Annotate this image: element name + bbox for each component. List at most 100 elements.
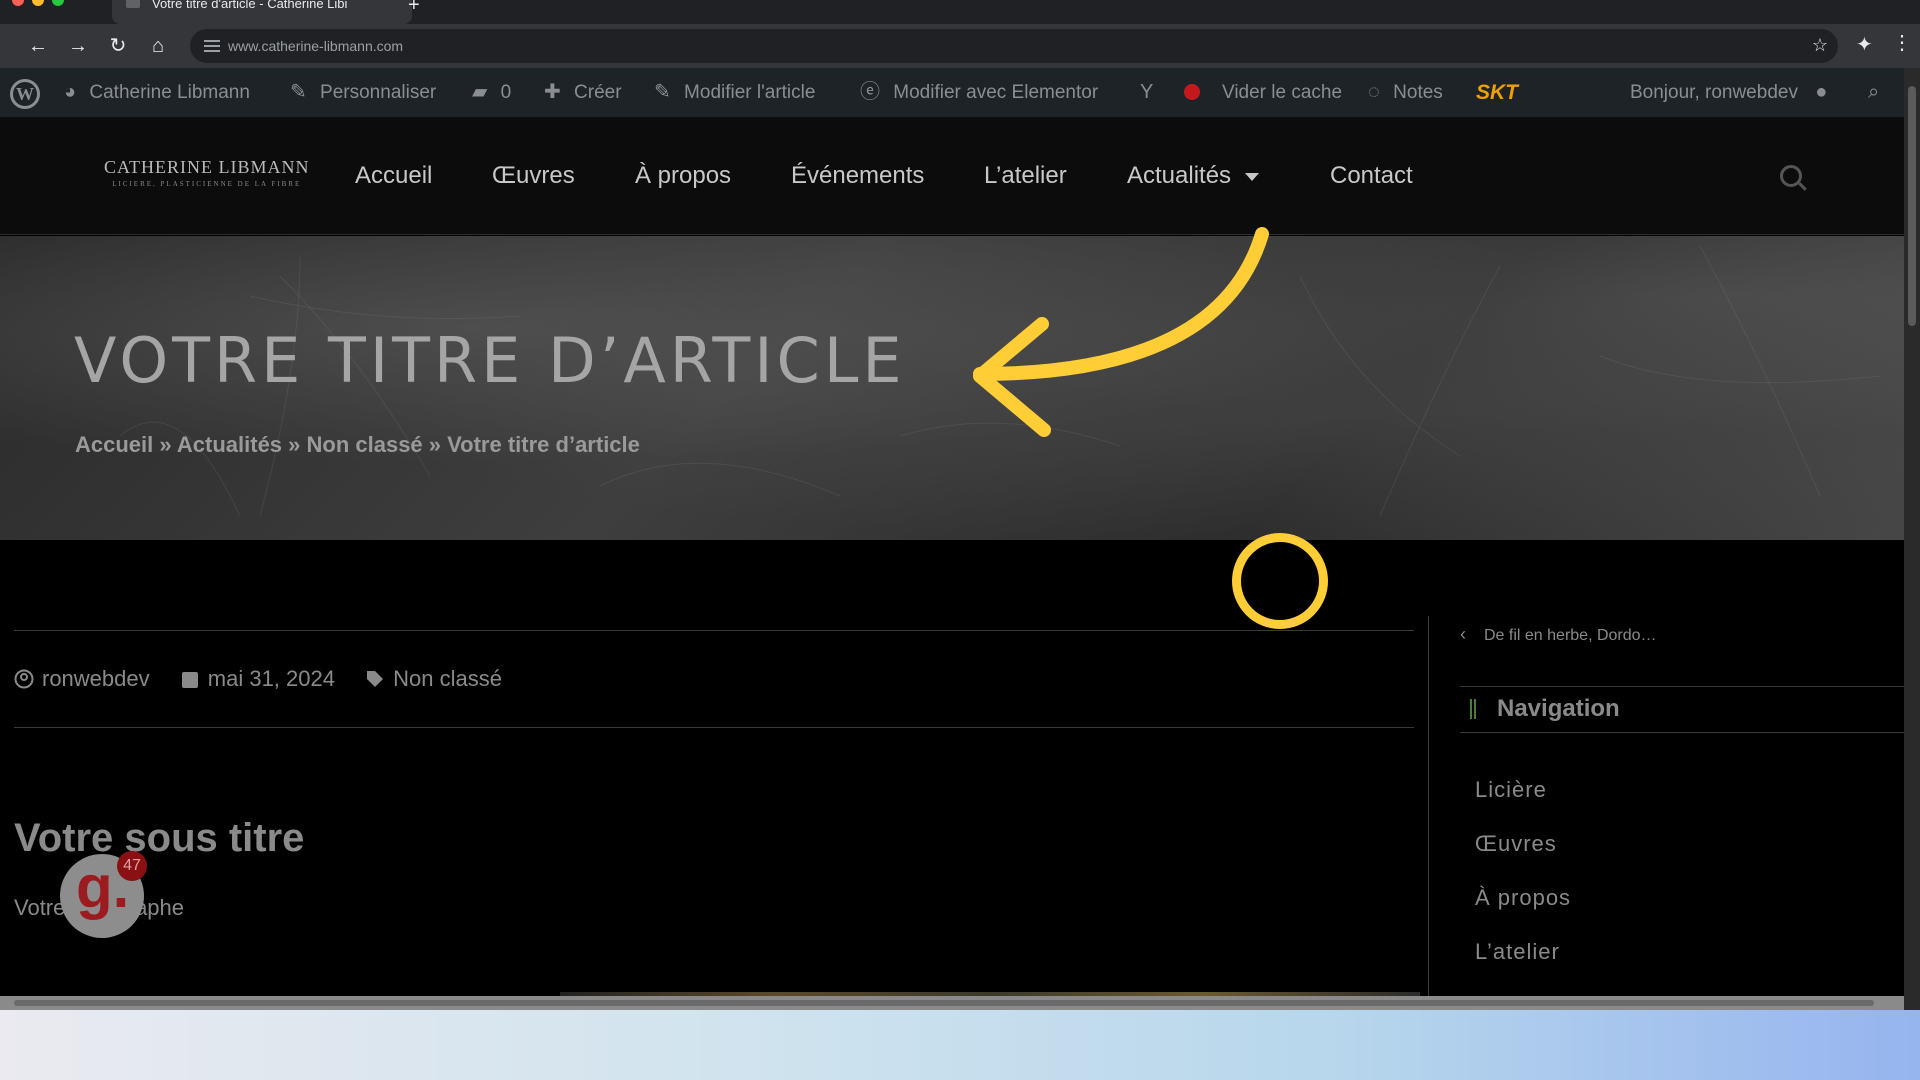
sidebar-item-liciere[interactable]: Licière: [1475, 777, 1547, 803]
calendar-icon: [181, 672, 198, 688]
back-icon[interactable]: ←: [24, 32, 52, 60]
edit-elementor-label: Modifier avec Elementor: [893, 82, 1099, 103]
logo-tagline: LICIERE, PLASTICIENNE DE LA FIBRE: [112, 180, 302, 188]
reload-icon[interactable]: ↻: [104, 32, 132, 60]
grammarly-badge[interactable]: g. 47: [60, 851, 147, 938]
nav-heading-rule-bottom: [1460, 732, 1904, 733]
site-logo[interactable]: CATHERINE LIBMANN LICIERE, PLASTICIENNE …: [104, 157, 310, 188]
nav-actualites-label: Actualités: [1127, 162, 1232, 189]
article-title: VOTRE TITRE D’ARTICLE: [74, 324, 906, 397]
post-date-label: mai 31, 2024: [207, 666, 335, 691]
sidebar-divider: [1428, 616, 1429, 996]
hero-banner: VOTRE TITRE D’ARTICLE Accueil » Actualit…: [0, 236, 1904, 540]
nav-actualites[interactable]: Actualités: [1127, 162, 1260, 190]
comments-count: 0: [500, 82, 512, 103]
forward-icon[interactable]: →: [64, 32, 92, 60]
maximize-window-button[interactable]: [52, 0, 64, 6]
notes-label: Notes: [1393, 82, 1443, 103]
sidebar-item-atelier[interactable]: L’atelier: [1475, 939, 1560, 965]
skt-logo-icon: SKT: [1476, 81, 1518, 104]
home-icon[interactable]: ⌂: [144, 32, 172, 60]
speech-bubble-icon: ◌: [1368, 81, 1380, 103]
favicon-icon: [126, 0, 140, 8]
meta-divider-bottom: [14, 727, 1414, 728]
nav-atelier[interactable]: L’atelier: [984, 162, 1067, 190]
brush-icon: ✎: [290, 81, 307, 103]
logo-title: CATHERINE LIBMANN: [104, 157, 310, 177]
my-account-menu[interactable]: Bonjour, ronwebdev ●: [1630, 68, 1835, 117]
skt-menu[interactable]: SKT: [1476, 68, 1518, 117]
previous-post-label: De fil en herbe, Dordo…: [1484, 627, 1657, 644]
create-link[interactable]: ✚ Créer: [544, 68, 622, 117]
caret-down-icon[interactable]: [1245, 172, 1260, 181]
meta-divider-top: [14, 630, 1414, 631]
horizontal-scrollbar[interactable]: [0, 996, 1904, 1010]
url-text[interactable]: www.catherine-libmann.com: [228, 38, 403, 54]
notes-link[interactable]: ◌ Notes: [1368, 68, 1443, 117]
new-tab-button[interactable]: +: [408, 0, 420, 17]
close-window-button[interactable]: [12, 0, 24, 6]
clear-cache-label: Vider le cache: [1222, 82, 1343, 103]
edit-post-label: Modifier l'article: [684, 82, 816, 103]
search-icon: ⌕: [1868, 81, 1880, 103]
extensions-icon[interactable]: ✦: [1856, 32, 1873, 57]
nav-heading-rule-top: [1460, 686, 1904, 687]
post-author[interactable]: ronwebdev: [14, 666, 150, 692]
admin-site-name[interactable]: ◕ Catherine Libmann: [64, 68, 250, 117]
edit-post-link[interactable]: ✎ Modifier l'article: [654, 68, 815, 117]
scrollbar-corner: [1904, 996, 1920, 1010]
minimize-window-button[interactable]: [32, 0, 44, 6]
customize-label: Personnaliser: [320, 82, 437, 103]
tab-title: Votre titre d'article - Catherine Libi: [152, 0, 348, 11]
wp-admin-bar: W ◕ Catherine Libmann ✎ Personnaliser ▰ …: [0, 68, 1904, 117]
bookmark-star-icon[interactable]: ☆: [1812, 35, 1828, 56]
horizontal-scroll-thumb[interactable]: [14, 1000, 1874, 1006]
address-bar[interactable]: www.catherine-libmann.com ☆: [190, 29, 1838, 63]
browser-tab[interactable]: Votre titre d'article - Catherine Libi: [112, 0, 412, 24]
edit-elementor-link[interactable]: ⓔ Modifier avec Elementor: [860, 68, 1098, 117]
annotation-arrow: [973, 227, 1269, 437]
elementor-icon: ⓔ: [860, 81, 880, 103]
browser-menu-icon[interactable]: ⋮: [1892, 30, 1912, 55]
site-header: CATHERINE LIBMANN LICIERE, PLASTICIENNE …: [0, 117, 1904, 235]
seo-status-dot: [1184, 84, 1200, 100]
nav-evenements[interactable]: Événements: [791, 162, 924, 190]
nav-oeuvres[interactable]: Œuvres: [492, 162, 575, 190]
pencil-icon: ✎: [654, 81, 671, 103]
wordpress-logo-icon[interactable]: W: [10, 79, 40, 109]
site-search-icon[interactable]: [1780, 165, 1802, 187]
customize-link[interactable]: ✎ Personnaliser: [290, 68, 436, 117]
user-avatar-icon: ●: [1815, 81, 1828, 103]
dashboard-icon: ◕: [64, 81, 77, 103]
browser-tab-strip: Votre titre d'article - Catherine Libi +: [0, 0, 1920, 24]
post-category[interactable]: Non classé: [365, 666, 502, 692]
breadcrumb[interactable]: Accueil » Actualités » Non classé » Votr…: [75, 432, 640, 458]
click-indicator-circle: [1232, 533, 1328, 629]
site-info-icon[interactable]: [204, 40, 220, 52]
grammarly-count-badge: 47: [117, 851, 147, 881]
yoast-icon: Y: [1140, 81, 1154, 103]
clear-cache-link[interactable]: Vider le cache: [1222, 68, 1342, 117]
post-date[interactable]: mai 31, 2024: [180, 666, 335, 692]
heading-accent-icon: [1470, 699, 1476, 719]
sidebar-item-oeuvres[interactable]: Œuvres: [1475, 831, 1557, 857]
previous-post-link[interactable]: ‹ De fil en herbe, Dordo…: [1460, 624, 1657, 645]
chevron-left-icon: ‹: [1460, 624, 1466, 644]
sidebar-item-a-propos[interactable]: À propos: [1475, 885, 1571, 911]
admin-search-button[interactable]: ⌕: [1868, 68, 1887, 117]
admin-site-name-label: Catherine Libmann: [89, 82, 250, 103]
sidebar-nav-heading: Navigation: [1497, 695, 1620, 722]
nav-contact[interactable]: Contact: [1330, 162, 1413, 190]
vertical-scroll-thumb[interactable]: [1908, 86, 1916, 326]
yoast-seo-menu[interactable]: Y: [1140, 68, 1161, 117]
desktop-background: [0, 1010, 1920, 1080]
tags-icon: [367, 671, 384, 687]
nav-accueil[interactable]: Accueil: [355, 162, 432, 190]
vertical-scrollbar[interactable]: [1904, 68, 1920, 1000]
post-meta: ronwebdev mai 31, 2024 Non classé: [14, 666, 526, 692]
post-subtitle: Votre sous titre: [14, 816, 305, 860]
comments-link[interactable]: ▰ 0: [472, 68, 511, 117]
nav-a-propos[interactable]: À propos: [635, 162, 731, 190]
post-author-label: ronwebdev: [42, 666, 150, 691]
post-category-label: Non classé: [393, 666, 502, 691]
